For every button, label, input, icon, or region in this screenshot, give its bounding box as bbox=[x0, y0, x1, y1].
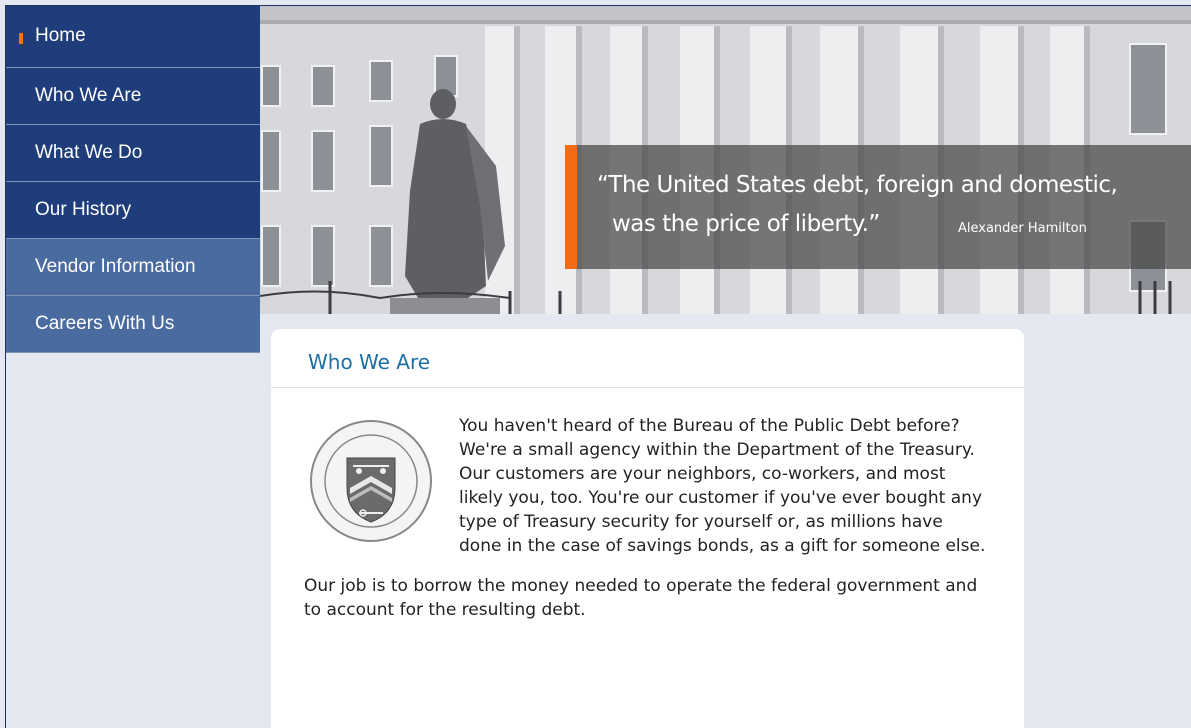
nav-item-what-we-do[interactable]: What We Do bbox=[6, 125, 260, 182]
quote-text-line2: was the price of liberty.” bbox=[612, 211, 880, 237]
nav-item-label: Home bbox=[35, 24, 86, 46]
sidebar-nav: Home Who We Are What We Do Our History V… bbox=[6, 6, 260, 353]
section-title: Who We Are bbox=[308, 350, 431, 374]
card-body: You haven't heard of the Bureau of the P… bbox=[271, 388, 1024, 622]
content-card: Who We Are You haven't heard of the Bure… bbox=[271, 329, 1024, 728]
nav-item-our-history[interactable]: Our History bbox=[6, 182, 260, 239]
active-marker-icon bbox=[19, 33, 23, 44]
nav-item-label: Vendor Information bbox=[35, 256, 196, 277]
nav-item-label: Careers With Us bbox=[35, 313, 175, 334]
quote-box: “The United States debt, foreign and dom… bbox=[565, 145, 1191, 269]
treasury-seal-icon bbox=[310, 420, 432, 542]
nav-item-label: Who We Are bbox=[35, 85, 142, 106]
quote-author: Alexander Hamilton bbox=[958, 221, 1087, 236]
nav-item-label: Our History bbox=[35, 199, 132, 220]
nav-item-careers-with-us[interactable]: Careers With Us bbox=[6, 296, 260, 353]
mission-paragraph: Our job is to borrow the money needed to… bbox=[304, 576, 978, 620]
quote-text-line1: “The United States debt, foreign and dom… bbox=[597, 172, 1118, 198]
nav-item-home[interactable]: Home bbox=[6, 6, 260, 68]
nav-item-vendor-information[interactable]: Vendor Information bbox=[6, 239, 260, 296]
nav-item-label: What We Do bbox=[35, 142, 143, 163]
card-header: Who We Are bbox=[271, 329, 1024, 388]
quote-accent-bar bbox=[565, 145, 577, 269]
page-frame: Home Who We Are What We Do Our History V… bbox=[5, 5, 1191, 728]
nav-item-who-we-are[interactable]: Who We Are bbox=[6, 68, 260, 125]
hero-banner: “The United States debt, foreign and dom… bbox=[260, 6, 1191, 314]
